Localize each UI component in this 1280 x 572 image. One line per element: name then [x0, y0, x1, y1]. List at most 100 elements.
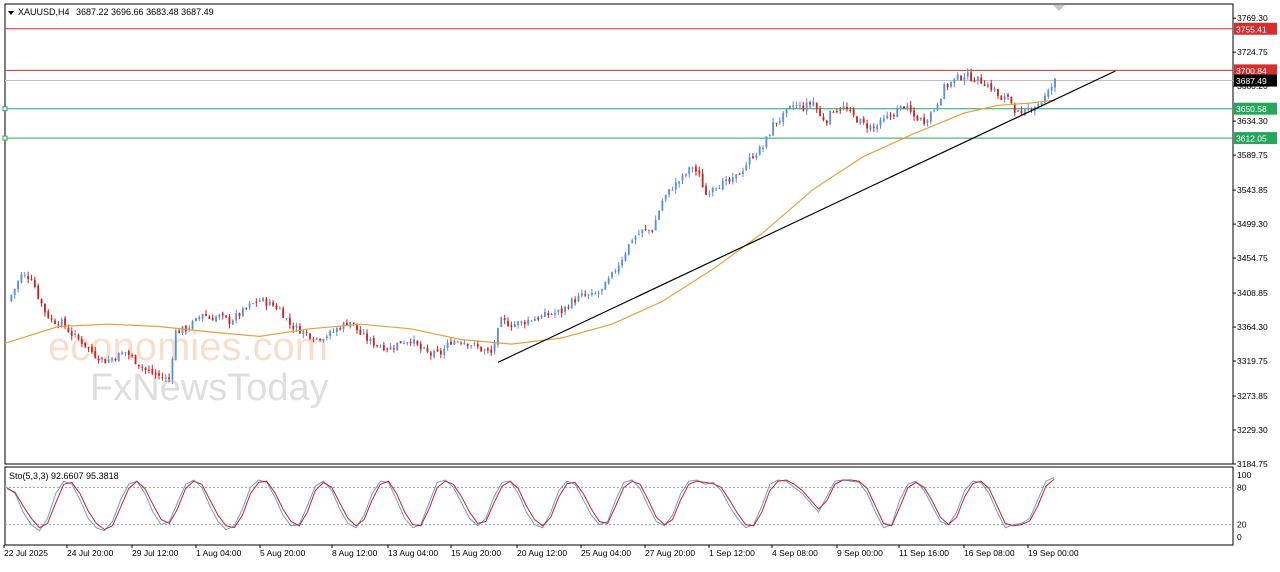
- candle-body: [507, 320, 509, 327]
- price-tick-label: 3408.85: [1237, 288, 1268, 298]
- time-tick-label: 27 Aug 20:00: [645, 548, 695, 558]
- candle-body: [20, 274, 23, 283]
- candle-body: [94, 350, 97, 358]
- candle-body: [315, 337, 318, 339]
- candle-body: [762, 147, 764, 149]
- time-tick-label: 15 Aug 20:00: [451, 548, 501, 558]
- candle-body: [711, 187, 714, 193]
- time-tick-label: 19 Sep 00:00: [1028, 548, 1079, 558]
- candle-body: [815, 103, 818, 110]
- candle-body: [339, 328, 342, 330]
- candle-body: [668, 189, 671, 195]
- candle-body: [812, 101, 815, 106]
- candle-body: [503, 318, 506, 321]
- candle-body: [637, 233, 640, 235]
- candle-body: [899, 105, 902, 108]
- candle-body: [201, 314, 204, 319]
- candle-body: [986, 84, 989, 88]
- candle-body: [695, 166, 697, 172]
- candle-body: [413, 339, 415, 344]
- candle-body: [389, 346, 392, 350]
- candle-body: [335, 328, 338, 333]
- candle-body: [272, 302, 275, 306]
- candle-body: [285, 318, 288, 320]
- candle-body: [856, 116, 858, 123]
- candle-body: [1013, 104, 1016, 113]
- candle-body: [429, 352, 432, 356]
- candle-body: [973, 80, 976, 82]
- candle-body: [674, 182, 677, 190]
- candle-body: [37, 285, 40, 299]
- level-anchor-2: [2, 106, 8, 112]
- time-tick-label: 9 Sep 00:00: [837, 548, 883, 558]
- symbol-label: XAUUSD,H4: [18, 7, 70, 17]
- candle-body: [211, 318, 214, 321]
- candle-body: [641, 229, 644, 234]
- candle-body: [644, 228, 647, 230]
- candle-body: [439, 350, 442, 355]
- candle-body: [137, 364, 140, 367]
- candle-body: [785, 109, 788, 114]
- candle-body: [648, 230, 650, 232]
- candle-body: [631, 240, 634, 243]
- candle-body: [802, 105, 805, 111]
- candle-body: [275, 305, 278, 310]
- candle-body: [701, 173, 704, 188]
- candle-body: [473, 343, 476, 345]
- candle-body: [681, 174, 684, 181]
- candle-body: [1010, 96, 1013, 103]
- candle-body: [376, 345, 379, 347]
- candle-body: [889, 115, 892, 117]
- candle-body: [292, 326, 295, 329]
- candle-body: [87, 346, 90, 348]
- candle-body: [872, 126, 875, 128]
- candle-body: [111, 358, 113, 361]
- level-tag-text-3: 3612.05: [1236, 134, 1267, 144]
- candle-body: [849, 110, 852, 112]
- level-anchor-3: [2, 135, 8, 141]
- candle-body: [983, 84, 986, 87]
- candle-body: [517, 321, 520, 325]
- candle-body: [218, 314, 221, 317]
- candle-body: [406, 342, 409, 344]
- price-tick-label: 3634.30: [1237, 116, 1268, 126]
- candle-body: [174, 330, 177, 360]
- candle-body: [238, 313, 241, 317]
- candle-body: [322, 339, 325, 341]
- time-tick-label: 29 Jul 12:00: [132, 548, 179, 558]
- candle-body: [862, 118, 865, 123]
- candle-body: [426, 348, 429, 352]
- candle-body: [1017, 110, 1020, 112]
- candle-body: [604, 281, 607, 290]
- candle-body: [104, 358, 107, 364]
- candle-body: [735, 174, 738, 179]
- candle-body: [560, 308, 563, 313]
- candle-body: [997, 88, 999, 96]
- time-tick-label: 13 Aug 04:00: [388, 548, 438, 558]
- candle-body: [570, 298, 573, 309]
- candle-body: [970, 72, 973, 81]
- candle-body: [601, 288, 603, 292]
- candle-body: [107, 359, 110, 363]
- candle-body: [587, 294, 590, 296]
- price-tick-label: 3589.75: [1237, 150, 1268, 160]
- candle-body: [1040, 102, 1043, 106]
- candle-body: [913, 110, 915, 117]
- candle-body: [956, 74, 959, 80]
- candle-body: [43, 303, 46, 313]
- candle-body: [131, 354, 134, 357]
- candle-body: [154, 372, 157, 375]
- candle-body: [144, 367, 147, 370]
- candle-body: [557, 309, 560, 313]
- candle-body: [976, 76, 979, 81]
- candle-body: [13, 288, 16, 295]
- candle-body: [1027, 107, 1030, 110]
- candle-body: [768, 134, 771, 137]
- candle-body: [409, 341, 412, 344]
- candle-body: [225, 315, 228, 318]
- collapse-triangle-icon[interactable]: [8, 11, 14, 15]
- candle-body: [832, 111, 835, 113]
- candle-body: [17, 281, 19, 290]
- candle-body: [241, 308, 244, 316]
- candle-body: [731, 177, 734, 182]
